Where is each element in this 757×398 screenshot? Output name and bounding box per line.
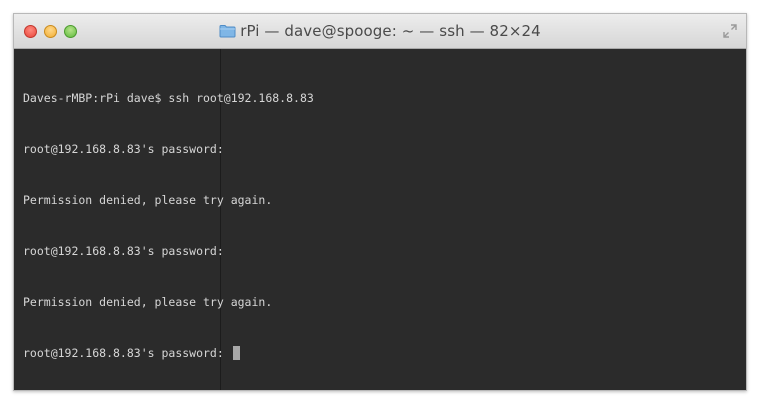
title-bar[interactable]: rPi — dave@spooge: ~ — ssh — 82×24 [14,14,746,49]
fullscreen-icon[interactable] [723,24,737,38]
terminal-window: rPi — dave@spooge: ~ — ssh — 82×24 Daves… [13,13,747,391]
terminal-prompt-line: root@192.168.8.83's password: [23,345,314,362]
terminal-line: root@192.168.8.83's password: [23,346,231,360]
terminal-line: Permission denied, please try again. [23,295,273,309]
text-cursor [232,346,240,360]
terminal-line: Permission denied, please try again. [23,193,273,207]
terminal-area[interactable]: Daves-rMBP:rPi dave$ ssh root@192.168.8.… [14,49,746,390]
folder-icon [219,25,236,38]
window-title: rPi — dave@spooge: ~ — ssh — 82×24 [240,22,541,40]
terminal-line: root@192.168.8.83's password: [23,142,224,156]
window-title-area: rPi — dave@spooge: ~ — ssh — 82×24 [14,14,746,48]
terminal-line: Daves-rMBP:rPi dave$ ssh root@192.168.8.… [23,91,314,105]
terminal-line: root@192.168.8.83's password: [23,244,224,258]
terminal-output: Daves-rMBP:rPi dave$ ssh root@192.168.8.… [23,56,314,390]
